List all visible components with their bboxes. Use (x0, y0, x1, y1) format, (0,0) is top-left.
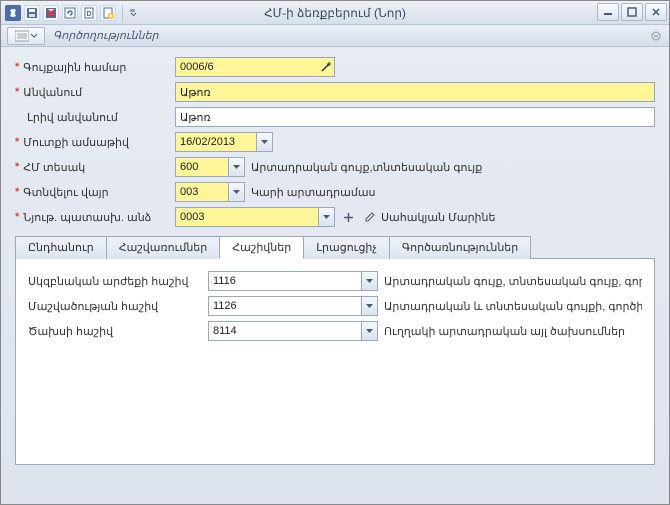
expense-desc: Ուղղակի արտադրական այլ ծախսումներ (384, 325, 642, 338)
entry-date-label: Մուտքի ամսաթիվ (23, 136, 129, 149)
content: * Գույքային համար 0006/6 * Անվանում Աթոռ Լ… (1, 47, 669, 504)
tab-operations[interactable]: Գործառնություններ (389, 236, 531, 259)
tabpane-accounts: Սկզբնական արժեքի հաշիվ 1116 Արտադրական գ… (15, 258, 655, 465)
required-marker: * (15, 86, 19, 98)
tab-additional[interactable]: Լրացուցիչ (303, 236, 390, 259)
entry-date-input[interactable]: 16/02/2013 (175, 132, 273, 152)
close-button[interactable] (645, 3, 667, 21)
window-controls (597, 3, 667, 21)
actions-menu[interactable]: Գործողություններ (53, 29, 159, 42)
depreciation-label: Մաշվածության հաշիվ (28, 300, 208, 313)
fa-type-desc: Արտադրական գույք,տնտեսական գույք (251, 161, 482, 174)
toolbar-overflow[interactable] (129, 5, 138, 21)
tab-general[interactable]: Ընդհանուր (15, 236, 107, 259)
row-expense-account: Ծախսի հաշիվ 8114 Ուղղակի արտադրական այլ … (28, 321, 642, 341)
required-marker: * (15, 161, 19, 173)
full-name-label: Լրիվ անվանում (27, 111, 118, 124)
chevron-down-icon[interactable] (228, 158, 244, 176)
app-icon (5, 5, 21, 21)
location-desc: Կարի արտադրամաս (251, 186, 376, 199)
list-icon (15, 30, 29, 42)
delete-icon[interactable] (43, 5, 59, 21)
minimize-button[interactable] (597, 3, 619, 21)
depreciation-desc: Արտադրական և տնտեսական գույքի, գործիքներ (384, 300, 642, 313)
inventory-no-input[interactable]: 0006/6 (175, 57, 335, 77)
location-label: Գտնվելու վայր (23, 186, 108, 199)
row-name: * Անվանում Աթոռ (15, 82, 655, 102)
tabstrip: Ընդհանուր Հաշվառումներ Հաշիվներ Լրացուցի… (15, 235, 655, 258)
fa-type-label: ՀՄ տեսակ (23, 161, 85, 174)
refresh-icon[interactable] (62, 5, 78, 21)
row-initial-value-account: Սկզբնական արժեքի հաշիվ 1116 Արտադրական գ… (28, 271, 642, 291)
inventory-no-label: Գույքային համար (23, 61, 126, 74)
add-button[interactable] (339, 208, 357, 226)
edit-button[interactable] (361, 208, 379, 226)
initial-value-combo[interactable]: 1116 (208, 271, 378, 291)
chevron-down-icon[interactable] (256, 133, 272, 151)
name-label: Անվանում (23, 86, 82, 99)
row-full-name: Լրիվ անվանում Աթոռ (15, 107, 655, 127)
window: D ՀՄ-ի ձեռքբերում (Նոր) Գործողություններ (0, 0, 670, 505)
menubar: Գործողություններ (1, 25, 669, 47)
chevron-down-icon[interactable] (228, 183, 244, 201)
toolbar-separator (122, 5, 123, 21)
row-inventory-no: * Գույքային համար 0006/6 (15, 57, 655, 77)
document-icon[interactable]: D (81, 5, 97, 21)
chevron-down-icon[interactable] (361, 297, 377, 315)
chevron-down-icon[interactable] (361, 322, 377, 340)
collapse-ribbon-icon[interactable] (649, 29, 663, 43)
chevron-down-icon (31, 34, 37, 38)
fa-type-combo[interactable]: 600 (175, 157, 245, 177)
chevron-down-icon[interactable] (361, 272, 377, 290)
required-marker: * (15, 61, 19, 73)
view-mode-button[interactable] (7, 27, 45, 45)
maximize-button[interactable] (621, 3, 643, 21)
required-marker: * (15, 186, 19, 198)
name-input[interactable]: Աթոռ (175, 82, 655, 102)
toolbar-left: D (1, 5, 138, 21)
svg-text:D: D (86, 11, 91, 18)
expense-combo[interactable]: 8114 (208, 321, 378, 341)
titlebar: D ՀՄ-ի ձեռքբերում (Նոր) (1, 1, 669, 25)
row-depreciation-account: Մաշվածության հաշիվ 1126 Արտադրական և տնտ… (28, 296, 642, 316)
required-marker: * (15, 211, 19, 223)
save-icon[interactable] (24, 5, 40, 21)
full-name-input[interactable]: Աթոռ (175, 107, 655, 127)
tab-accruals[interactable]: Հաշվառումներ (106, 236, 221, 259)
responsible-combo[interactable]: 0003 (175, 207, 335, 227)
wand-icon[interactable] (318, 58, 334, 76)
depreciation-combo[interactable]: 1126 (208, 296, 378, 316)
row-location: * Գտնվելու վայր 003 Կարի արտադրամաս (15, 182, 655, 202)
location-combo[interactable]: 003 (175, 182, 245, 202)
row-entry-date: * Մուտքի ամսաթիվ 16/02/2013 (15, 132, 655, 152)
row-responsible: * Նյութ. պատասխ. անձ 0003 Սահակյան Մարինե (15, 207, 655, 227)
expense-label: Ծախսի հաշիվ (28, 325, 208, 338)
initial-value-label: Սկզբնական արժեքի հաշիվ (28, 275, 208, 288)
new-icon[interactable] (100, 5, 116, 21)
tab-accounts[interactable]: Հաշիվներ (219, 236, 304, 259)
initial-value-desc: Արտադրական գույք, տնտեսական գույք, գործի… (384, 275, 642, 288)
row-fa-type: * ՀՄ տեսակ 600 Արտադրական գույք,տնտեսական… (15, 157, 655, 177)
required-marker: * (15, 136, 19, 148)
responsible-label: Նյութ. պատասխ. անձ (23, 211, 151, 224)
chevron-down-icon[interactable] (318, 208, 334, 226)
responsible-desc: Սահակյան Մարինե (381, 211, 495, 224)
